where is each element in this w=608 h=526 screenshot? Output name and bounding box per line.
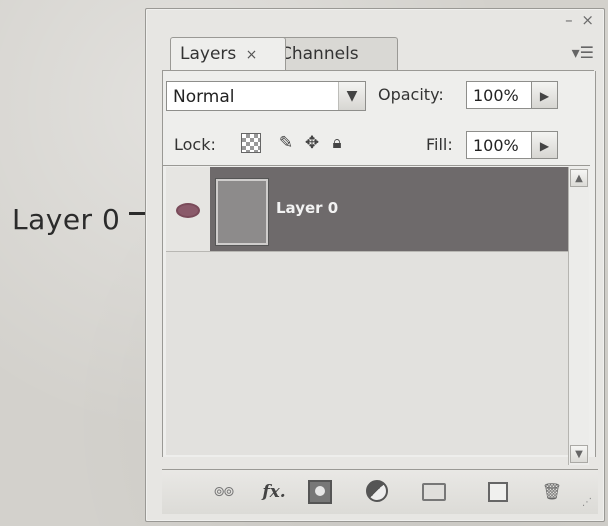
opacity-label: Opacity: [378, 85, 444, 104]
tab-close-icon[interactable]: × [246, 47, 258, 63]
layer-row[interactable]: Layer 0 [166, 167, 568, 252]
layers-list: Layer 0 [166, 167, 568, 455]
add-layer-style-icon[interactable]: fx. [256, 480, 292, 504]
add-layer-mask-icon[interactable] [308, 480, 332, 504]
panel-menu-icon[interactable]: ▾☰ [572, 43, 594, 62]
lock-image-pixels-icon[interactable]: ✎ [276, 133, 296, 153]
new-layer-icon[interactable] [488, 482, 508, 502]
eye-icon[interactable] [176, 203, 200, 218]
blend-mode-value: Normal [173, 87, 235, 107]
layers-scrollbar[interactable]: ▲ ▼ [568, 167, 589, 465]
lock-all-icon[interactable]: 🔒︎ [327, 133, 347, 153]
panel-tabbar: Layers × Channels ▾☰ [162, 37, 594, 71]
layers-bottom-toolbar: ⊚⊚ fx. 🗑 ⋰ [162, 469, 598, 514]
tab-layers-label: Layers [180, 44, 237, 64]
tab-layers[interactable]: Layers × [170, 37, 286, 70]
lock-transparent-pixels-icon[interactable] [241, 133, 261, 153]
layer-row-divider [166, 251, 568, 252]
visibility-toggle[interactable] [166, 167, 211, 251]
tab-channels[interactable]: Channels [270, 37, 398, 70]
new-group-icon[interactable] [422, 483, 446, 501]
opacity-input[interactable]: 100% [466, 81, 532, 109]
lock-position-icon[interactable]: ✥ [302, 133, 322, 153]
blend-mode-select[interactable]: Normal ▼ [166, 81, 366, 111]
minimize-icon[interactable]: – [565, 11, 573, 29]
delete-layer-icon[interactable]: 🗑 [540, 480, 564, 504]
scroll-down-icon[interactable]: ▼ [570, 445, 588, 463]
tab-channels-label: Channels [280, 44, 359, 64]
scroll-up-icon[interactable]: ▲ [570, 169, 588, 187]
layers-panel: – × Layers × Channels ▾☰ Normal ▼ Opacit… [145, 8, 605, 522]
resize-grip-icon[interactable]: ⋰ [582, 498, 592, 508]
options-separator [162, 165, 590, 166]
fill-slider-toggle[interactable]: ▶ [532, 131, 558, 159]
callout-label: Layer 0 [12, 203, 121, 236]
fill-label: Fill: [426, 135, 453, 154]
link-layers-icon[interactable]: ⊚⊚ [206, 480, 240, 504]
opacity-slider-toggle[interactable]: ▶ [532, 81, 558, 109]
panel-window-controls: – × [561, 11, 594, 29]
lock-label: Lock: [174, 135, 216, 154]
layer-thumbnail[interactable] [216, 179, 268, 245]
new-adjustment-layer-icon[interactable] [366, 480, 388, 502]
fill-input[interactable]: 100% [466, 131, 532, 159]
chevron-down-icon[interactable]: ▼ [338, 82, 365, 110]
close-icon[interactable]: × [581, 11, 594, 29]
layer-name[interactable]: Layer 0 [276, 199, 338, 217]
